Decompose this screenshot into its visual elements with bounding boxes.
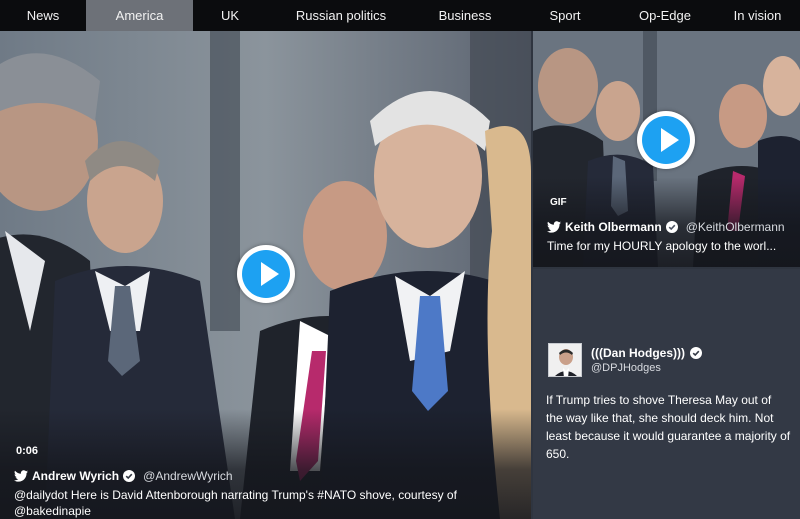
gif-badge: GIF [550,197,567,208]
nav-item-news[interactable]: News [0,0,86,31]
play-button[interactable] [637,111,695,169]
verified-badge-icon [123,470,136,482]
nav-item-america[interactable]: America [86,0,193,31]
nav-item-op-edge[interactable]: Op-Edge [615,0,715,31]
nav-item-in-vision[interactable]: In vision [715,0,800,31]
twitter-bird-icon [547,221,561,233]
tweet-author-name[interactable]: (((Dan Hodges))) [591,346,685,360]
twitter-bird-icon [14,470,28,482]
section-nav: News America UK Russian politics Busines… [0,0,800,31]
verified-badge-icon [665,221,678,233]
play-button[interactable] [237,245,295,303]
play-icon [261,262,279,286]
tweet-text: @dailydot Here is David Attenborough nar… [14,488,457,518]
play-icon [661,128,679,152]
tweet-caption: Andrew Wyrich @AndrewWyrich @dailydot He… [14,468,517,519]
tweet-caption: Keith Olbermann @KeithOlbermann Time for… [547,219,794,254]
tweet-author-line: Andrew Wyrich @AndrewWyrich [14,468,517,484]
video-duration: 0:06 [16,445,39,457]
tweet-author-name[interactable]: Andrew Wyrich [32,468,119,484]
nav-item-sport[interactable]: Sport [515,0,615,31]
tweet-author-block: (((Dan Hodges))) @DPJHodges [548,343,702,377]
verified-badge-icon [689,347,702,359]
tweet-handle[interactable]: @DPJHodges [591,362,702,374]
avatar[interactable] [548,343,582,377]
avatar-image [549,344,581,376]
tweet-author-line: Keith Olbermann @KeithOlbermann [547,219,794,235]
tweet-handle[interactable]: @KeithOlbermann [686,219,785,235]
tweet-handle[interactable]: @AndrewWyrich [143,468,232,484]
tweet-text: If Trump tries to shove Theresa May out … [546,393,791,461]
gif-tweet-tile[interactable]: GIF Keith Olbermann @KeithOlbermann Time… [533,31,800,267]
nav-item-russian-politics[interactable]: Russian politics [267,0,415,31]
video-tweet-tile-main[interactable]: 0:06 Andrew Wyrich @AndrewWyrich @dailyd… [0,31,531,519]
nav-item-uk[interactable]: UK [193,0,267,31]
nav-item-business[interactable]: Business [415,0,515,31]
tweet-text: Time for my HOURLY apology to the worl..… [547,239,777,253]
text-tweet-tile[interactable]: (((Dan Hodges))) @DPJHodges If Trump tri… [533,269,800,519]
tweet-author-name[interactable]: Keith Olbermann [565,219,662,235]
